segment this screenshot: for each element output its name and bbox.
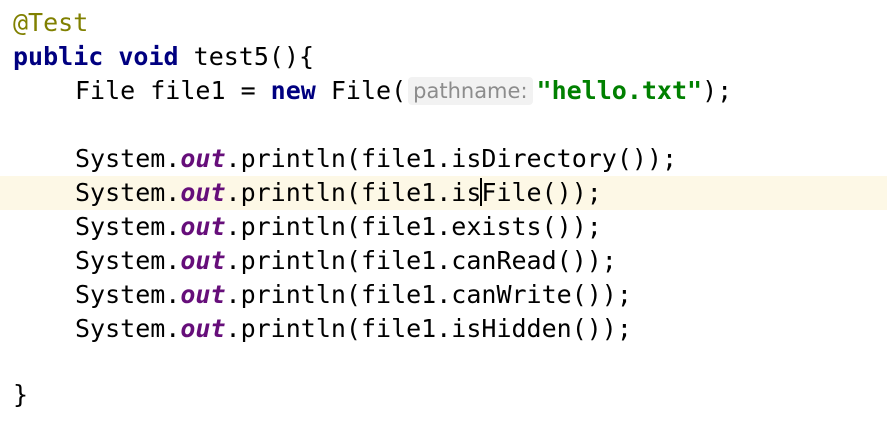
system-class: System. <box>75 246 181 275</box>
println-statement: System.out.println(file1.canWrite()); <box>75 278 632 312</box>
println-statement: System.out.println(file1.isFile()); <box>75 176 602 210</box>
system-class: System. <box>75 280 181 309</box>
println-call-before-caret: .println(file1.is <box>225 178 482 207</box>
out-field: out <box>180 280 226 309</box>
println-call: .println(file1.canRead()); <box>225 246 617 275</box>
code-line-println[interactable]: System.out.println(file1.canRead()); <box>0 244 887 278</box>
closing-brace: } <box>13 380 29 409</box>
method-name: test5(){ <box>178 42 315 71</box>
println-call: .println(file1.isHidden()); <box>225 314 632 343</box>
constructor-close: ); <box>702 76 733 105</box>
println-statement: System.out.println(file1.canRead()); <box>75 244 617 278</box>
println-statement: System.out.println(file1.isHidden()); <box>75 312 632 346</box>
system-class: System. <box>75 144 181 173</box>
string-literal: "hello.txt" <box>536 76 703 105</box>
keyword-void: void <box>118 42 179 71</box>
code-line-current[interactable]: System.out.println(file1.isFile()); <box>0 176 887 210</box>
println-call: .println(file1.isDirectory()); <box>225 144 678 173</box>
code-line-closing-brace[interactable]: } <box>0 378 887 412</box>
out-field: out <box>180 144 226 173</box>
constructor-open: File( <box>315 76 407 105</box>
system-class: System. <box>75 178 181 207</box>
declaration-text: File file1 = <box>75 76 271 105</box>
println-call-after-caret: File()); <box>481 178 602 207</box>
println-call: .println(file1.canWrite()); <box>225 280 632 309</box>
code-line-println[interactable]: System.out.println(file1.isHidden()); <box>0 312 887 346</box>
code-line-blank[interactable] <box>0 108 887 142</box>
out-field: out <box>180 246 226 275</box>
out-field: out <box>180 314 226 343</box>
println-call: .println(file1.exists()); <box>225 212 602 241</box>
annotation: @Test <box>13 8 89 37</box>
code-line-file-declaration[interactable]: File file1 = new File(pathname: "hello.tx… <box>0 74 887 108</box>
keyword-new: new <box>270 76 316 105</box>
println-statement: System.out.println(file1.exists()); <box>75 210 602 244</box>
println-statement: System.out.println(file1.isDirectory()); <box>75 142 677 176</box>
system-class: System. <box>75 314 181 343</box>
method-signature: public void test5(){ <box>13 40 314 74</box>
code-line-method-signature[interactable]: public void test5(){ <box>0 40 887 74</box>
code-line-annotation[interactable]: @Test <box>0 6 887 40</box>
code-editor[interactable]: @Test public void test5(){ File file1 = … <box>0 0 887 428</box>
code-line-println[interactable]: System.out.println(file1.exists()); <box>0 210 887 244</box>
code-line-println[interactable]: System.out.println(file1.canWrite()); <box>0 278 887 312</box>
out-field: out <box>180 212 226 241</box>
code-line-println[interactable]: System.out.println(file1.isDirectory()); <box>0 142 887 176</box>
keyword-public: public <box>13 42 104 71</box>
code-line-blank[interactable] <box>0 346 887 380</box>
parameter-hint: pathname: <box>408 77 533 105</box>
out-field: out <box>180 178 226 207</box>
system-class: System. <box>75 212 181 241</box>
file-declaration: File file1 = new File(pathname: "hello.tx… <box>75 74 732 108</box>
